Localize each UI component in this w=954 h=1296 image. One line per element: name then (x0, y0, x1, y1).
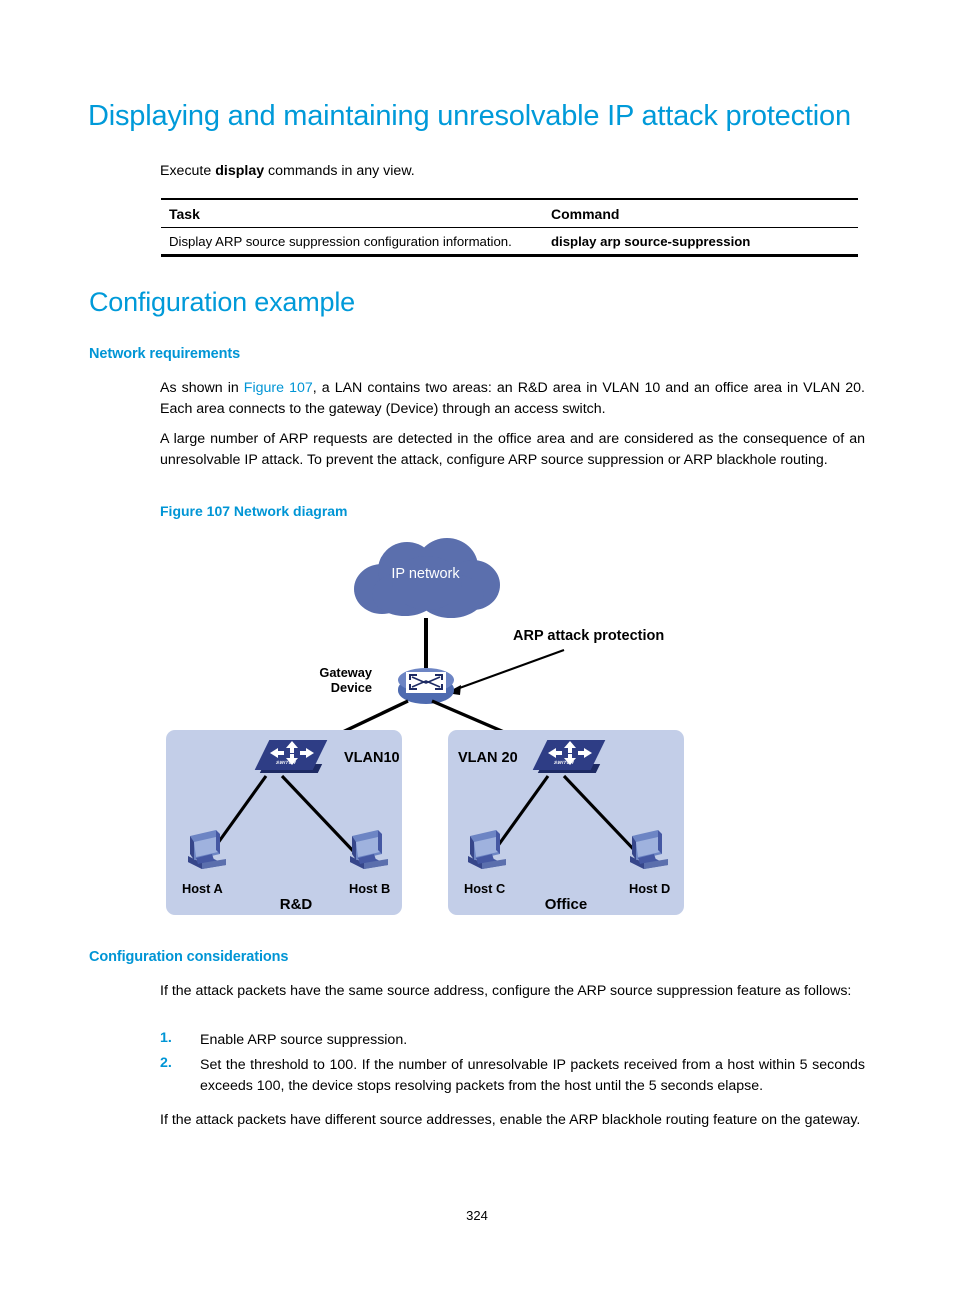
considerations-intro-paragraph: If the attack packets have the same sour… (160, 983, 852, 999)
list-item-number: 1. (160, 1030, 172, 1046)
list-item: 1. Enable ARP source suppression. (160, 1030, 865, 1051)
table-cell-command: display arp source-suppression (551, 234, 751, 250)
vlan-label-left: VLAN10 (344, 750, 400, 766)
document-page: Displaying and maintaining unresolvable … (0, 0, 954, 1296)
command-table: Task Command Display ARP source suppress… (161, 198, 858, 257)
router-arrows-icon (409, 674, 443, 690)
considerations-closing-paragraph: If the attack packets have different sou… (160, 1112, 861, 1128)
intro-text-before: Execute (160, 163, 216, 179)
intro-bold-keyword: display (215, 163, 265, 179)
section-title-configuration-example: Configuration example (89, 287, 355, 317)
host-label-b: Host B (349, 881, 391, 896)
computer-icon (350, 830, 388, 869)
list-item-text: Enable ARP source suppression. (200, 1032, 408, 1048)
figure-cross-reference-link[interactable]: Figure 107 (244, 380, 313, 396)
table-cell-task: Display ARP source suppression configura… (169, 234, 512, 250)
host-icon-b (344, 820, 392, 872)
host-label-c: Host C (464, 881, 506, 896)
subsection-title-configuration-considerations: Configuration considerations (89, 949, 289, 965)
table-row: Display ARP source suppression configura… (161, 228, 858, 254)
gateway-label-line2: Device (330, 680, 372, 695)
computer-icon (188, 830, 226, 869)
switch-text-label: SWITCH (553, 760, 575, 765)
host-icon-c (462, 820, 510, 872)
table-bottom-rule (161, 254, 858, 257)
gateway-device-label: Gateway Device (262, 665, 372, 695)
host-icon-d (624, 820, 672, 872)
link-cloud-to-gateway (424, 618, 428, 668)
annotation-arp-attack-protection: ARP attack protection (513, 628, 665, 644)
subsection-title-network-requirements: Network requirements (89, 346, 241, 362)
list-item: 2. Set the threshold to 100. If the numb… (160, 1055, 865, 1096)
host-icon-a (182, 820, 230, 872)
gateway-label-line1: Gateway (319, 665, 372, 680)
page-title: Displaying and maintaining unresolvable … (88, 100, 851, 132)
host-label-d: Host D (629, 881, 671, 896)
page-number: 324 (466, 1208, 488, 1223)
region-label-office: Office (544, 896, 588, 913)
computer-icon (468, 830, 506, 869)
region-label-rd: R&D (279, 896, 313, 913)
intro-paragraph: Execute display commands in any view. (160, 161, 415, 181)
intro-text-after: commands in any view. (264, 163, 415, 179)
vlan-label-right: VLAN 20 (458, 750, 518, 766)
para1-text-a: As shown in (160, 380, 244, 396)
network-requirements-paragraph-1: As shown in Figure 107, a LAN contains t… (160, 378, 865, 419)
table-header-command: Command (551, 206, 620, 223)
cloud-label: IP network (391, 566, 460, 582)
computer-icon (630, 830, 668, 869)
list-item-number: 2. (160, 1055, 172, 1071)
table-header-task: Task (169, 206, 200, 223)
network-requirements-paragraph-2: A large number of ARP requests are detec… (160, 431, 865, 468)
switch-text-label: SWITCH (275, 760, 297, 765)
host-label-a: Host A (182, 881, 223, 896)
list-item-text: Set the threshold to 100. If the number … (200, 1057, 865, 1094)
figure-caption: Figure 107 Network diagram (160, 503, 348, 519)
annotation-arrow-icon (446, 649, 565, 695)
network-diagram: IP network ARP attack protection Gateway… (0, 520, 954, 925)
cloud-lobe (392, 556, 462, 610)
ip-network-cloud: IP network (348, 538, 503, 618)
table-header-row: Task Command (161, 200, 858, 227)
